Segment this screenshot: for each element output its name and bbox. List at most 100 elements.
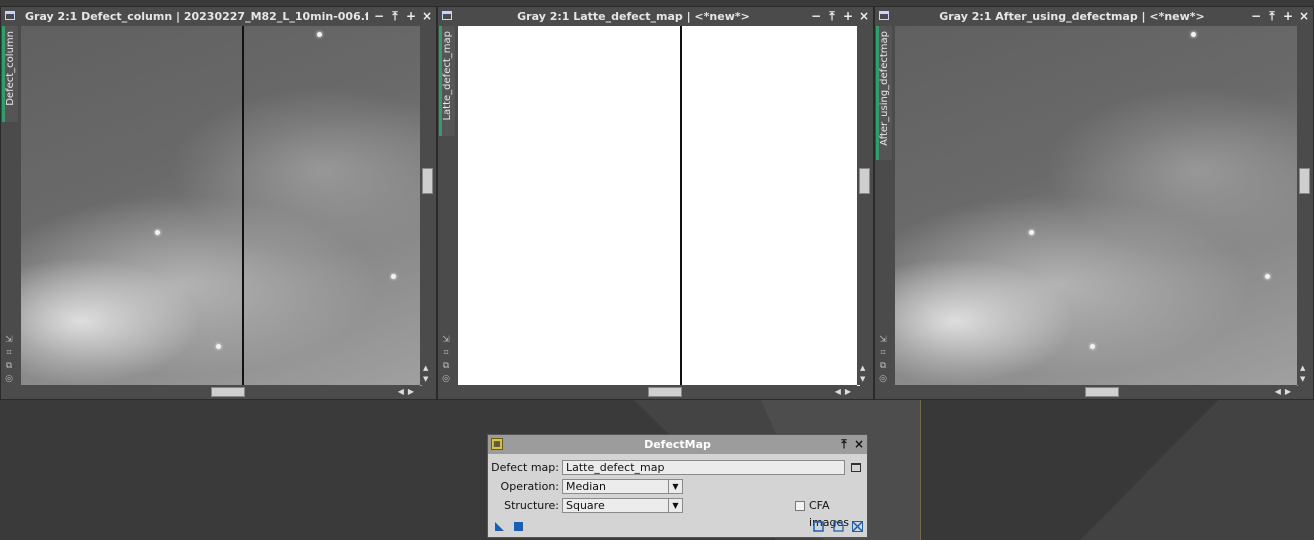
image-view[interactable] [21,26,422,386]
vertical-scrollbar[interactable]: ▲ ▼ [1297,26,1313,385]
close-button[interactable]: × [1297,8,1311,24]
operation-select[interactable]: Median ▼ [562,479,683,494]
window-titlebar[interactable]: Gray 2:1 After_using_defectmap | <*new*>… [875,7,1313,26]
zoom-icon[interactable]: ⇲ [877,334,889,346]
vertical-scrollbar[interactable]: ▲ ▼ [420,26,436,385]
browse-documentation-icon[interactable] [813,521,824,532]
maximize-button[interactable]: + [404,8,418,24]
horizontal-scroll-thumb[interactable] [648,387,682,397]
defectmap-dialog[interactable]: ▦ DefectMap ⤒ × Defect map: Latte_defect… [487,434,868,538]
star [216,344,221,349]
shade-button[interactable]: ⤒ [837,436,851,452]
settings-icon[interactable]: ◎ [440,373,452,385]
shade-button[interactable]: ⤒ [388,8,402,24]
maximize-button[interactable]: + [1281,8,1295,24]
horizontal-scroll-arrows[interactable]: ◀▶ [835,385,855,399]
horizontal-scroll-thumb[interactable] [211,387,245,397]
window-icon[interactable] [879,11,889,20]
chevron-down-icon: ▼ [668,480,682,493]
horizontal-scroll-thumb[interactable] [1085,387,1119,397]
vertical-scroll-arrows[interactable]: ▲ ▼ [423,363,428,385]
shade-button[interactable]: ⤒ [1265,8,1279,24]
cfa-images-checkbox[interactable] [795,501,805,511]
star [1090,344,1095,349]
chevron-down-icon: ▼ [668,499,682,512]
settings-icon[interactable]: ◎ [877,373,889,385]
apply-icon[interactable] [513,521,524,532]
horizontal-scroll-arrows[interactable]: ◀▶ [1275,385,1295,399]
new-instance-icon[interactable] [494,521,505,532]
fit-icon[interactable]: ⌗ [877,347,889,359]
horizontal-scroll-arrows[interactable]: ◀▶ [398,385,418,399]
image-view[interactable] [895,26,1298,386]
defect-map-field[interactable]: Latte_defect_map [562,460,845,475]
image-window-defect-column[interactable]: Gray 2:1 Defect_column | 20230227_M82_L_… [0,6,437,400]
dialog-titlebar[interactable]: ▦ DefectMap ⤒ × [488,435,867,454]
close-button[interactable]: × [852,436,866,452]
horizontal-scrollbar[interactable]: ◀▶ [458,385,857,399]
view-side-strip: Latte_defect_map ⇲ ⌗ ⧉ ◎ [438,26,455,385]
operation-row: Operation: Median ▼ [488,478,869,495]
vertical-scroll-thumb[interactable] [859,168,870,194]
fit-icon[interactable]: ⌗ [3,347,15,359]
view-identifier-tab[interactable]: After_using_defectmap [876,26,892,160]
star [1265,274,1270,279]
defect-column-line [680,26,682,386]
structure-select[interactable]: Square ▼ [562,498,683,513]
defect-column-line [242,26,244,386]
horizontal-scrollbar[interactable]: ◀▶ [895,385,1297,399]
view-identifier-tab[interactable]: Defect_column [2,26,18,122]
image-window-after-using-defectmap[interactable]: Gray 2:1 After_using_defectmap | <*new*>… [874,6,1314,400]
defect-map-label: Defect map: [491,461,559,474]
view-side-strip: After_using_defectmap ⇲ ⌗ ⧉ ◎ [875,26,892,385]
minimize-button[interactable]: − [372,8,386,24]
clone-icon[interactable]: ⧉ [440,360,452,372]
vertical-scroll-arrows[interactable]: ▲ ▼ [860,363,865,385]
shade-button[interactable]: ⤒ [825,8,839,24]
minimize-button[interactable]: − [1249,8,1263,24]
operation-label: Operation: [500,480,559,493]
view-identifier-tab[interactable]: Latte_defect_map [439,26,455,136]
vertical-scrollbar[interactable]: ▲ ▼ [857,26,873,385]
window-icon[interactable] [5,11,15,20]
window-title: Gray 2:1 After_using_defectmap | <*new*> [939,10,1205,23]
star [317,32,322,37]
workspace-divider [920,398,921,540]
reset-icon[interactable] [852,521,863,532]
star [1191,32,1196,37]
fit-icon[interactable]: ⌗ [440,347,452,359]
clone-icon[interactable]: ⧉ [3,360,15,372]
image-window-latte-defect-map[interactable]: Gray 2:1 Latte_defect_map | <*new*> − ⤒ … [437,6,874,400]
select-view-icon[interactable] [851,463,861,472]
star [155,230,160,235]
defect-map-row: Defect map: Latte_defect_map [488,459,869,476]
structure-row: Structure: Square ▼ CFA images [488,497,869,529]
window-titlebar[interactable]: Gray 2:1 Latte_defect_map | <*new*> − ⤒ … [438,7,873,26]
dialog-bottom-bar [488,517,867,537]
process-icon: ▦ [491,438,503,450]
zoom-icon[interactable]: ⇲ [3,334,15,346]
window-title: Gray 2:1 Latte_defect_map | <*new*> [517,10,750,23]
structure-value: Square [566,499,605,512]
window-titlebar[interactable]: Gray 2:1 Defect_column | 20230227_M82_L_… [1,7,436,26]
view-identifier-label: Defect_column [5,31,16,106]
close-button[interactable]: × [420,8,434,24]
settings-icon[interactable]: ◎ [3,373,15,385]
vertical-scroll-thumb[interactable] [1299,168,1310,194]
close-button[interactable]: × [857,8,871,24]
vertical-scroll-thumb[interactable] [422,168,433,194]
star [1029,230,1034,235]
structure-label: Structure: [504,499,559,512]
track-view-icon[interactable] [833,521,844,532]
horizontal-scrollbar[interactable]: ◀▶ [21,385,420,399]
star [391,274,396,279]
vertical-scroll-arrows[interactable]: ▲ ▼ [1300,363,1305,385]
operation-value: Median [566,480,607,493]
window-icon[interactable] [442,11,452,20]
maximize-button[interactable]: + [841,8,855,24]
minimize-button[interactable]: − [809,8,823,24]
window-title: Gray 2:1 Defect_column | 20230227_M82_L_… [25,10,368,23]
image-view[interactable] [458,26,860,386]
clone-icon[interactable]: ⧉ [877,360,889,372]
zoom-icon[interactable]: ⇲ [440,334,452,346]
